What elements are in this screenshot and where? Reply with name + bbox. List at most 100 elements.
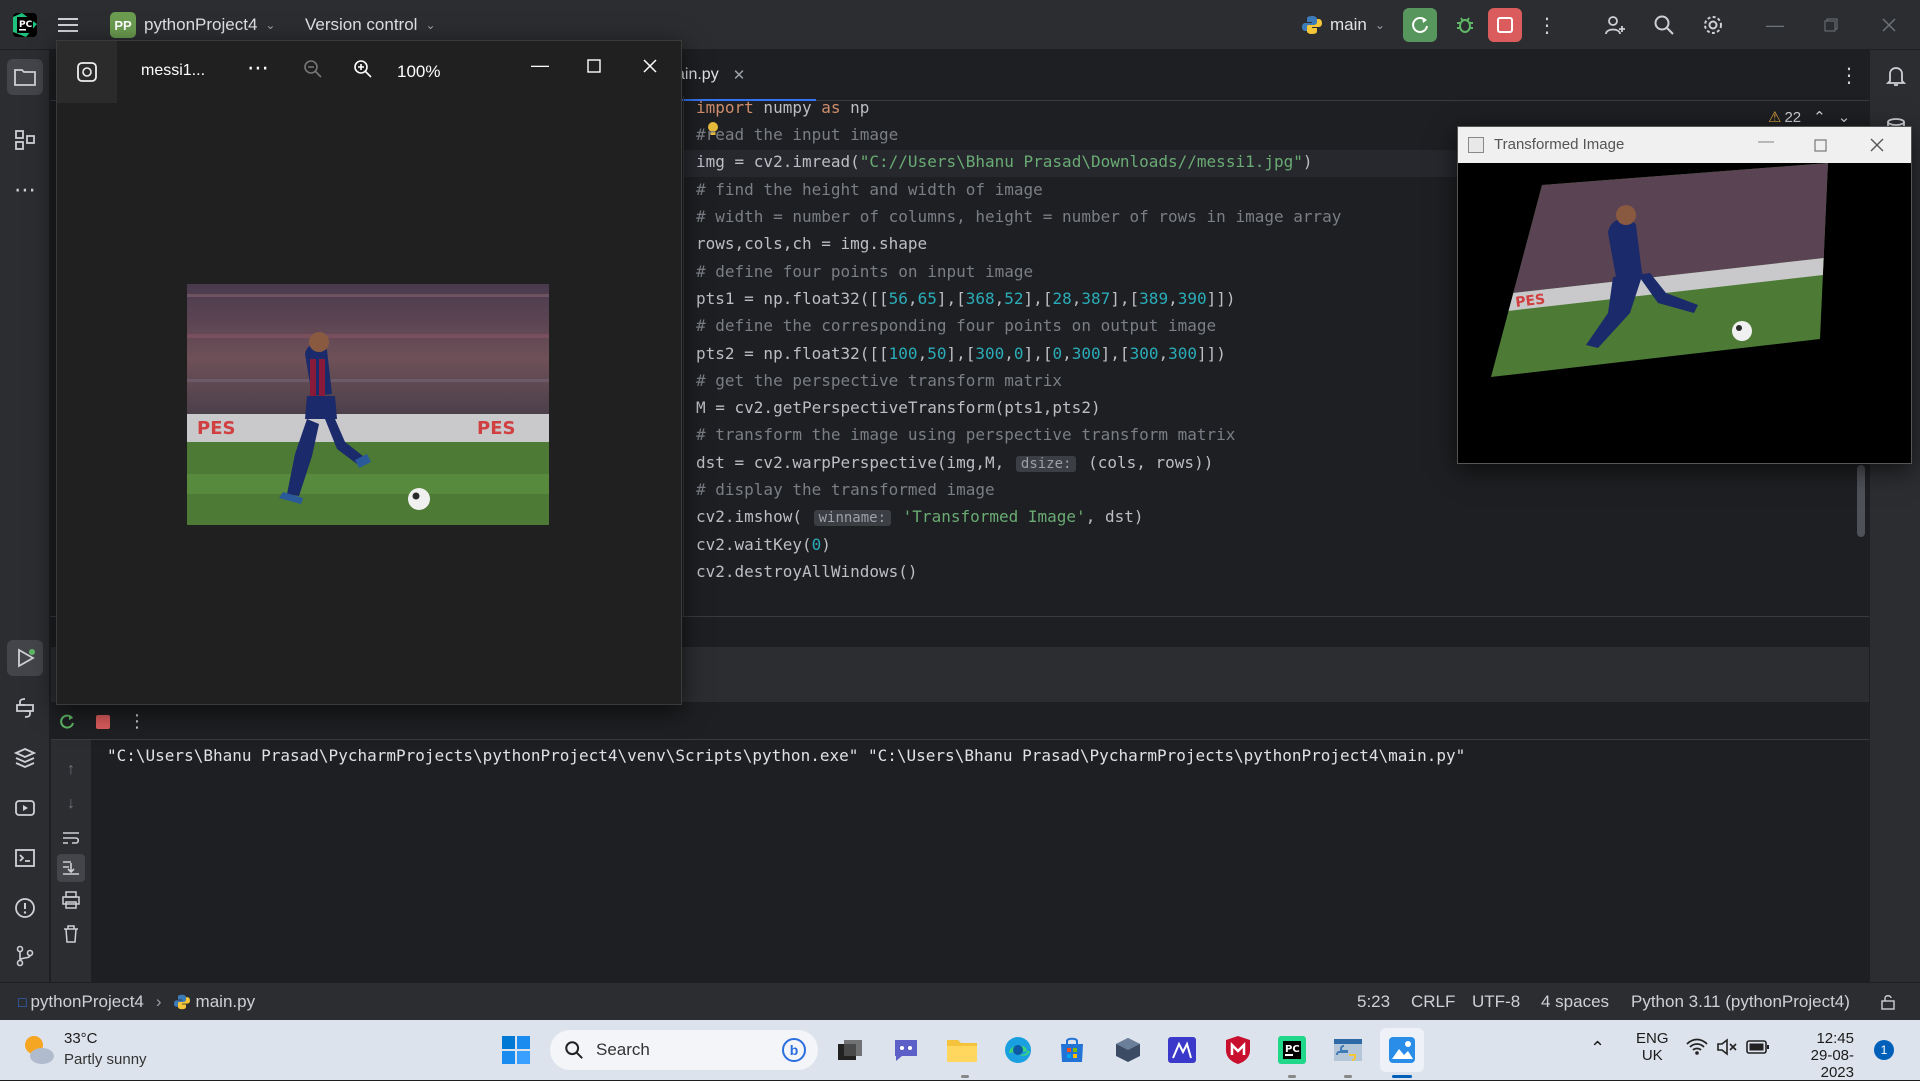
code-line[interactable]: # define the corresponding four points o… xyxy=(696,312,1216,339)
debug-button[interactable] xyxy=(1448,8,1482,42)
zoom-in-icon[interactable] xyxy=(353,59,373,84)
bing-icon[interactable]: b xyxy=(782,1038,806,1062)
code-line[interactable]: cv2.destroyAllWindows() xyxy=(696,558,918,585)
close-icon[interactable] xyxy=(643,59,657,78)
code-line[interactable]: # transform the image using perspective … xyxy=(696,421,1235,448)
soft-wrap-icon[interactable] xyxy=(59,826,83,850)
minimize-window-icon[interactable]: — xyxy=(1758,8,1792,42)
close-window-icon[interactable] xyxy=(1872,8,1906,42)
line-separator[interactable]: CRLF xyxy=(1411,983,1455,1021)
notification-badge[interactable]: 1 xyxy=(1874,1040,1894,1060)
code-with-me-icon[interactable] xyxy=(1598,8,1632,42)
battery-icon[interactable] xyxy=(1746,1039,1770,1060)
pycharm-logo-icon[interactable]: PC xyxy=(12,0,38,50)
rerun-button[interactable] xyxy=(1403,8,1437,42)
microsoft-store-icon[interactable] xyxy=(1050,1028,1094,1072)
transformed-titlebar[interactable]: Transformed Image — xyxy=(1458,127,1911,163)
weather-desc[interactable]: Partly sunny xyxy=(64,1051,147,1068)
code-line[interactable]: dst = cv2.warpPerspective(img,M, dsize: … xyxy=(696,449,1213,476)
photos-titlebar[interactable]: messi1... ⋯ 100% — xyxy=(57,41,681,103)
run-output-panel[interactable]: "C:\Users\Bhanu Prasad\PycharmProjects\p… xyxy=(51,740,1869,982)
close-icon[interactable] xyxy=(1870,138,1884,156)
breadcrumb[interactable]: □ pythonProject4 › main.py xyxy=(18,983,255,1021)
python-console-icon[interactable] xyxy=(7,690,43,726)
print-icon[interactable] xyxy=(59,888,83,912)
language-indicator[interactable]: ENG UK xyxy=(1636,1030,1669,1064)
problems-icon[interactable] xyxy=(7,890,43,926)
run-config-selector[interactable]: main ⌄ xyxy=(1302,0,1385,50)
more-tools-icon[interactable]: ⋯ xyxy=(7,172,43,208)
pycharm-taskbar-icon[interactable]: PC xyxy=(1270,1028,1314,1072)
search-icon[interactable] xyxy=(1647,8,1681,42)
code-line[interactable]: pts2 = np.float32([[100,50],[300,0],[0,3… xyxy=(696,340,1226,367)
notifications-bell-icon[interactable] xyxy=(1878,58,1914,94)
code-line[interactable]: import numpy as np xyxy=(696,94,869,121)
close-tab-icon[interactable]: ✕ xyxy=(733,66,746,84)
stop-run-icon[interactable] xyxy=(91,710,115,734)
math-app-icon[interactable] xyxy=(1160,1028,1204,1072)
code-line[interactable]: # find the height and width of image xyxy=(696,176,1043,203)
chevron-up-icon[interactable]: ⌃ xyxy=(1590,1038,1605,1059)
chevron-down-icon[interactable]: ⌄ xyxy=(1838,108,1851,126)
file-encoding[interactable]: UTF-8 xyxy=(1472,983,1520,1021)
weather-temp[interactable]: 33°C xyxy=(64,1030,98,1047)
breadcrumb-project[interactable]: pythonProject4 xyxy=(30,992,143,1012)
code-line[interactable]: # define four points on input image xyxy=(696,258,1033,285)
photos-app-icon[interactable] xyxy=(1380,1028,1424,1072)
indent-setting[interactable]: 4 spaces xyxy=(1541,983,1609,1021)
code-line[interactable]: pts1 = np.float32([[56,65],[368,52],[28,… xyxy=(696,285,1236,312)
zoom-out-icon[interactable] xyxy=(303,59,323,84)
more-options-icon[interactable]: ⋯ xyxy=(247,55,269,81)
arrow-up-icon[interactable]: ↑ xyxy=(59,758,83,782)
virtualbox-icon[interactable] xyxy=(1106,1028,1150,1072)
task-view-icon[interactable] xyxy=(828,1028,872,1072)
lock-open-icon[interactable] xyxy=(1880,983,1896,1021)
run-more-icon[interactable]: ⋮ xyxy=(127,708,147,734)
code-line[interactable]: # get the perspective transform matrix xyxy=(696,367,1062,394)
windows-start-icon[interactable] xyxy=(494,1028,538,1072)
python-packages-icon[interactable] xyxy=(7,740,43,776)
mcafee-icon[interactable] xyxy=(1216,1028,1260,1072)
clock[interactable]: 12:45 29-08-2023 xyxy=(1780,1030,1854,1081)
restore-window-icon[interactable] xyxy=(1814,8,1848,42)
taskbar-search-box[interactable]: Search b xyxy=(550,1030,818,1070)
python-window-icon[interactable] xyxy=(1326,1028,1370,1072)
code-line[interactable]: # display the transformed image xyxy=(696,476,995,503)
breadcrumb-file[interactable]: main.py xyxy=(196,992,256,1012)
zoom-level[interactable]: 100% xyxy=(397,62,440,82)
scroll-to-end-icon[interactable] xyxy=(57,854,85,882)
photos-viewer-window[interactable]: messi1... ⋯ 100% — PES PES xyxy=(56,40,682,705)
chevron-up-icon[interactable]: ⌃ xyxy=(1813,108,1826,126)
code-line[interactable]: M = cv2.getPerspectiveTransform(pts1,pts… xyxy=(696,394,1101,421)
maximize-icon[interactable] xyxy=(587,59,601,78)
arrow-down-icon[interactable]: ↓ xyxy=(59,792,83,816)
tab-options-icon[interactable]: ⋮ xyxy=(1839,63,1859,88)
weather-partly-sunny-icon[interactable] xyxy=(20,1032,56,1071)
code-line[interactable]: img = cv2.imread("C://Users\Bhanu Prasad… xyxy=(696,148,1313,175)
code-line[interactable]: cv2.waitKey(0) xyxy=(696,531,831,558)
transformed-image-window[interactable]: Transformed Image — PES xyxy=(1457,126,1912,464)
teams-chat-icon[interactable] xyxy=(884,1028,928,1072)
maximize-icon[interactable] xyxy=(1814,139,1827,156)
trash-icon[interactable] xyxy=(59,922,83,946)
terminal-icon[interactable] xyxy=(7,840,43,876)
stop-button[interactable] xyxy=(1488,8,1522,42)
minimize-icon[interactable]: — xyxy=(531,55,549,76)
settings-gear-icon[interactable] xyxy=(1696,8,1730,42)
structure-icon[interactable] xyxy=(7,122,43,158)
code-line[interactable]: rows,cols,ch = img.shape xyxy=(696,230,927,257)
photos-gallery-button[interactable] xyxy=(57,41,117,103)
code-line[interactable]: cv2.imshow( winname: 'Transformed Image'… xyxy=(696,503,1143,530)
code-line[interactable]: #read the input image xyxy=(696,121,898,148)
more-actions-icon[interactable]: ⋮ xyxy=(1535,8,1559,42)
volume-muted-icon[interactable] xyxy=(1716,1038,1738,1061)
run-tool-icon[interactable] xyxy=(7,640,43,676)
rerun-icon[interactable] xyxy=(55,710,79,734)
python-interpreter[interactable]: Python 3.11 (pythonProject4) xyxy=(1631,983,1850,1021)
minimize-icon[interactable]: — xyxy=(1758,133,1774,151)
git-branch-icon[interactable] xyxy=(7,938,43,974)
editor-scrollbar[interactable] xyxy=(1857,465,1865,537)
file-explorer-icon[interactable] xyxy=(940,1028,984,1072)
inspection-widget[interactable]: ⚠ 22 ⌃ ⌄ xyxy=(1768,108,1851,127)
project-folder-icon[interactable] xyxy=(7,59,43,95)
